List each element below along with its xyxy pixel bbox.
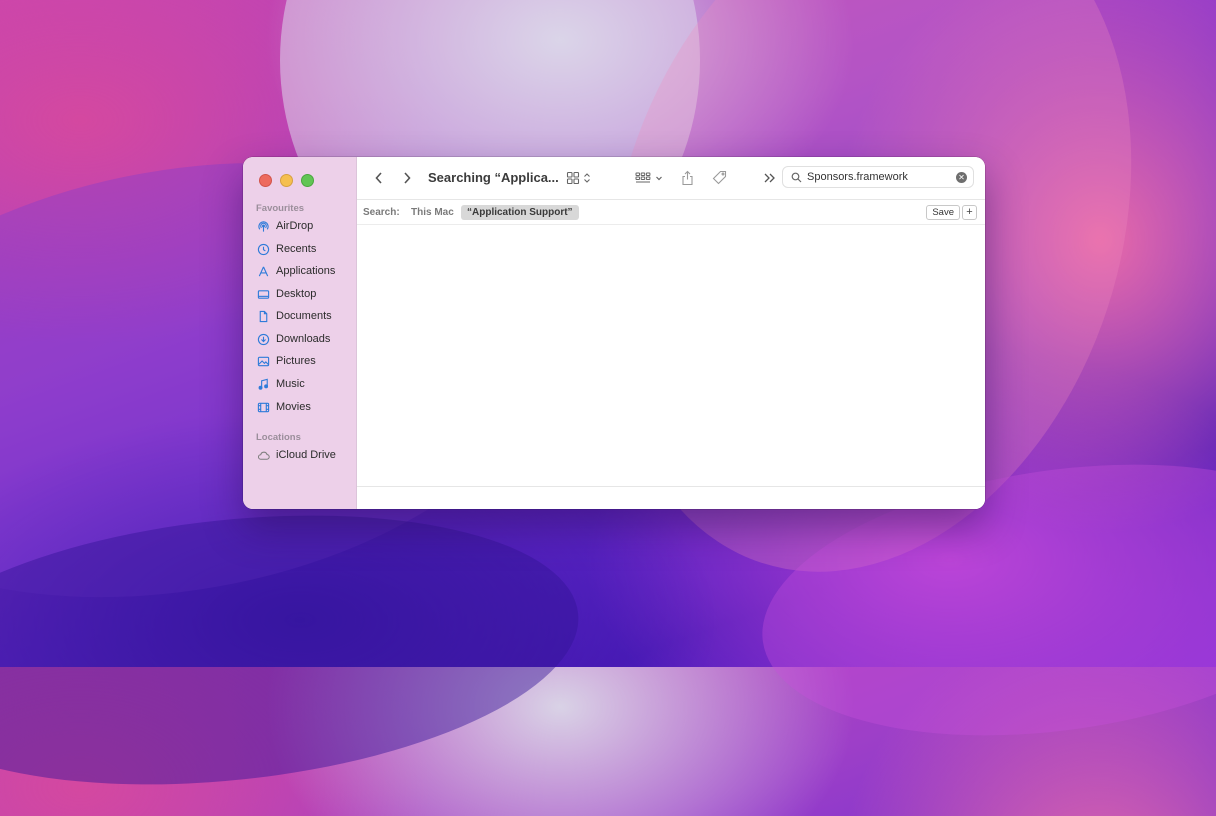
- group-grid-icon: [635, 172, 651, 183]
- search-scope-bar: Search: This Mac “Application Support” S…: [357, 200, 985, 225]
- sidebar: Favourites AirDrop Recents Applications …: [243, 157, 357, 509]
- locations-heading: Locations: [256, 432, 301, 443]
- sidebar-item-pictures[interactable]: Pictures: [257, 352, 316, 370]
- save-search-button[interactable]: Save: [926, 205, 960, 220]
- photo-icon: [257, 356, 270, 366]
- close-button[interactable]: [259, 174, 272, 187]
- music-note-icon: [258, 378, 269, 390]
- sidebar-item-label: Music: [276, 378, 305, 390]
- view-mode-button[interactable]: [563, 169, 593, 187]
- document-icon: [259, 310, 268, 322]
- desktop-icon: [257, 289, 270, 299]
- main-pane: Searching “Applica... Sponsors.framework…: [357, 157, 985, 509]
- sidebar-item-label: Desktop: [276, 288, 317, 300]
- window-controls: [259, 174, 314, 187]
- chevron-down-icon: [656, 176, 662, 181]
- minimize-button[interactable]: [280, 174, 293, 187]
- finder-window: Favourites AirDrop Recents Applications …: [243, 157, 985, 509]
- favourites-heading: Favourites: [256, 203, 305, 214]
- forward-button[interactable]: [399, 169, 415, 187]
- back-button[interactable]: [371, 169, 387, 187]
- sidebar-item-label: iCloud Drive: [276, 449, 336, 461]
- sidebar-item-label: Applications: [276, 265, 336, 277]
- toolbar: Searching “Applica... Sponsors.framework…: [357, 157, 985, 200]
- sidebar-item-desktop[interactable]: Desktop: [257, 285, 316, 303]
- add-criteria-button[interactable]: +: [962, 205, 977, 220]
- tag-icon: [712, 170, 727, 185]
- clear-search-icon[interactable]: ✕: [956, 172, 967, 183]
- chevron-left-icon: [375, 172, 382, 184]
- sidebar-item-label: Pictures: [276, 355, 316, 367]
- scope-label: Search:: [363, 207, 400, 218]
- applications-icon: [258, 266, 269, 276]
- airdrop-icon: [258, 220, 269, 232]
- sidebar-item-movies[interactable]: Movies: [257, 398, 311, 416]
- sidebar-item-label: AirDrop: [276, 220, 314, 232]
- clock-icon: [257, 243, 270, 255]
- search-icon: [791, 172, 802, 182]
- tag-button[interactable]: [711, 169, 729, 187]
- results-area[interactable]: [357, 225, 985, 487]
- up-down-chevron-icon: [583, 173, 590, 183]
- sidebar-item-documents[interactable]: Documents: [257, 307, 332, 325]
- chevron-right-icon: [404, 172, 411, 184]
- sidebar-item-icloud-drive[interactable]: iCloud Drive: [257, 446, 336, 464]
- sidebar-item-label: Recents: [276, 243, 317, 255]
- cloud-icon: [257, 451, 270, 460]
- window-title: Searching “Applica...: [428, 170, 559, 185]
- sidebar-item-label: Movies: [276, 401, 311, 413]
- sidebar-item-label: Downloads: [276, 333, 331, 345]
- search-field-value: Sponsors.framework: [807, 171, 908, 183]
- grid-view-icon: [566, 171, 579, 185]
- share-icon: [681, 170, 693, 186]
- sidebar-item-airdrop[interactable]: AirDrop: [257, 217, 313, 235]
- sidebar-item-downloads[interactable]: Downloads: [257, 330, 330, 348]
- double-chevron-right-icon: [764, 173, 775, 183]
- more-toolbar-button[interactable]: [761, 169, 777, 187]
- sidebar-item-music[interactable]: Music: [257, 375, 305, 393]
- download-icon: [257, 333, 270, 345]
- scope-this-mac[interactable]: This Mac: [411, 207, 454, 218]
- search-field[interactable]: Sponsors.framework ✕: [782, 166, 974, 188]
- zoom-button[interactable]: [301, 174, 314, 187]
- scope-application-support[interactable]: “Application Support”: [461, 205, 579, 220]
- sidebar-item-recents[interactable]: Recents: [257, 240, 316, 258]
- share-button[interactable]: [679, 169, 695, 187]
- sidebar-item-applications[interactable]: Applications: [257, 262, 335, 280]
- group-by-button[interactable]: [633, 169, 665, 187]
- film-icon: [257, 402, 270, 412]
- status-bar: [357, 486, 985, 509]
- sidebar-item-label: Documents: [276, 310, 332, 322]
